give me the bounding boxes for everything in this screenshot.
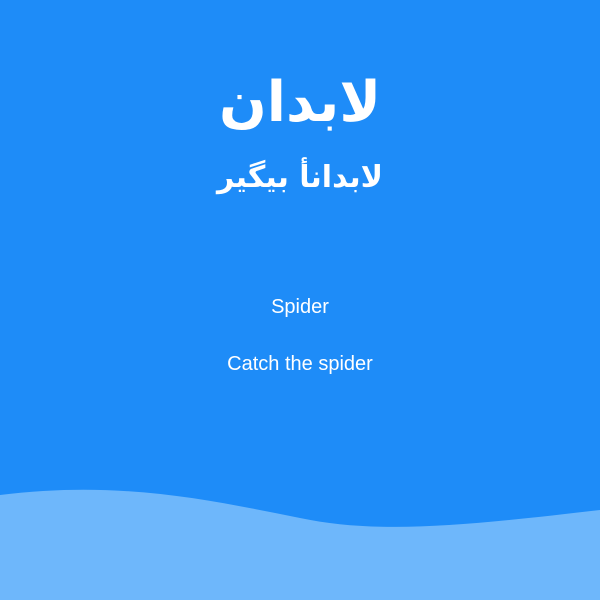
screen: لابدان لابدانأ بیگیر Spider Catch the sp… [0, 0, 600, 600]
caption-spider: Spider [271, 296, 329, 318]
wave-fill [0, 489, 600, 600]
bottom-wave [0, 489, 600, 600]
app-title: لابدان [218, 70, 382, 135]
caption-catch-the-spider: Catch the spider [227, 353, 373, 375]
app-subtitle: لابدانأ بیگیر [216, 160, 384, 195]
